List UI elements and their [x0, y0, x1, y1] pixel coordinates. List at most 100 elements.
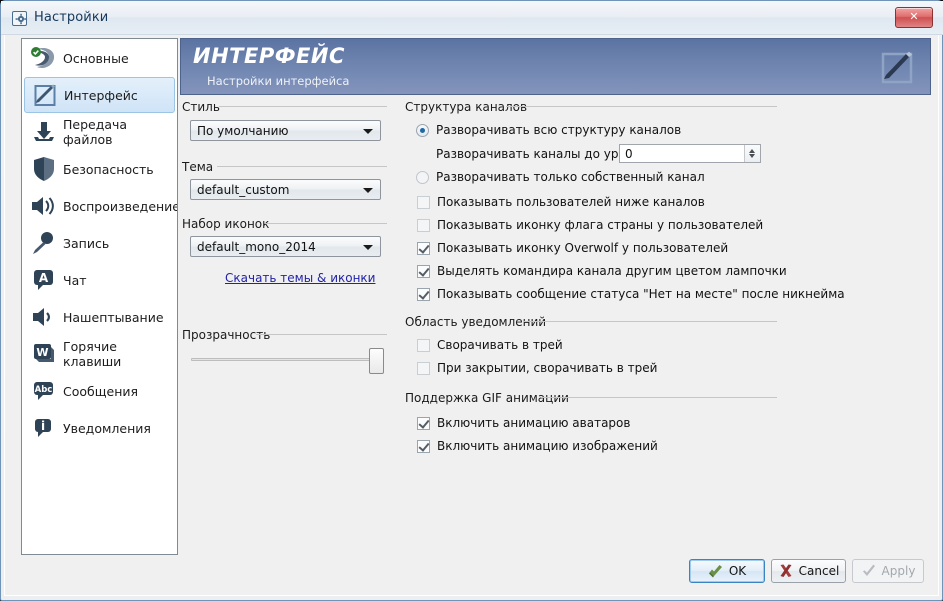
- group-rule-transparency: [256, 334, 387, 335]
- checkbox-minimize-to-tray-row[interactable]: Сворачивать в трей: [417, 338, 563, 352]
- sidebar-item-file-transfer[interactable]: Передача файлов: [24, 114, 175, 150]
- group-rule-tray: [523, 321, 777, 322]
- sidebar-item-general[interactable]: Основные: [24, 40, 175, 76]
- ok-button-label: OK: [728, 564, 747, 578]
- checkbox-channel-commander-color[interactable]: [417, 264, 430, 278]
- sidebar-item-playback[interactable]: Воспроизведение: [24, 188, 178, 224]
- checkbox-away-message[interactable]: [417, 287, 430, 301]
- group-rule-gif: [541, 397, 777, 398]
- transparency-slider-track[interactable]: [191, 358, 381, 361]
- close-icon: ✕: [909, 10, 919, 23]
- checkbox-label: Сворачивать в трей: [437, 338, 563, 352]
- checkbox-animate-images-row[interactable]: Включить анимацию изображений: [417, 439, 658, 453]
- pencil-edit-icon: [878, 48, 918, 88]
- sidebar-item-messages[interactable]: Abc Сообщения: [24, 373, 175, 409]
- checkbox-label: Показывать пользователей ниже каналов: [437, 195, 705, 209]
- group-rule-style: [219, 106, 387, 107]
- checkbox-overwolf-icon[interactable]: [417, 241, 430, 255]
- download-themes-link[interactable]: Скачать темы & иконки: [225, 271, 375, 285]
- page-title: ИНТЕРФЕЙС: [193, 44, 345, 68]
- theme-combobox-value: default_custom: [197, 183, 290, 197]
- sidebar-item-whisper[interactable]: Нашептывание: [24, 299, 175, 335]
- checkbox-label: При закрытии, сворачивать в трей: [437, 361, 658, 375]
- checkbox-close-to-tray[interactable]: [417, 361, 430, 375]
- svg-text:Abc: Abc: [34, 385, 52, 395]
- sidebar-item-capture[interactable]: Запись: [24, 225, 175, 261]
- red-x-icon: [778, 563, 794, 579]
- checkbox-away-message-row[interactable]: Показывать сообщение статуса "Нет на мес…: [417, 287, 845, 301]
- checkbox-users-below-channels[interactable]: [417, 195, 430, 209]
- chevron-down-icon[interactable]: [749, 154, 755, 158]
- gray-check-icon: [861, 563, 877, 579]
- checkbox-channel-commander-color-row[interactable]: Выделять командира канала другим цветом …: [417, 264, 787, 278]
- group-label-transparency: Прозрачность: [182, 328, 271, 342]
- chevron-down-icon: [363, 129, 373, 134]
- expand-depth-value: 0: [625, 147, 633, 161]
- checkbox-users-below-channels-row[interactable]: Показывать пользователей ниже каналов: [417, 195, 705, 209]
- checkbox-country-flag-row[interactable]: Показывать иконку флага страны у пользов…: [417, 218, 763, 232]
- expand-depth-stepper[interactable]: [744, 145, 760, 162]
- group-rule-channel-structure: [506, 106, 777, 107]
- checkbox-animate-avatars-row[interactable]: Включить анимацию аватаров: [417, 416, 630, 430]
- close-button[interactable]: ✕: [895, 7, 933, 28]
- sidebar-item-label: Воспроизведение: [63, 198, 178, 214]
- iconset-combobox-value: default_mono_2014: [197, 240, 316, 254]
- sidebar-item-label: Интерфейс: [64, 87, 138, 103]
- checkbox-overwolf-icon-row[interactable]: Показывать иконку Overwolf у пользовател…: [417, 241, 728, 255]
- abc-bubble-icon: Abc: [28, 376, 60, 406]
- settings-window: Настройки ✕ Основные Интерфейс Передача …: [0, 0, 943, 601]
- checkbox-animate-avatars[interactable]: [417, 416, 430, 430]
- group-label-iconset: Набор иконок: [182, 217, 270, 231]
- window-title: Настройки: [34, 10, 109, 25]
- sidebar-item-label: Горячие клавиши: [63, 339, 122, 369]
- settings-sidebar[interactable]: Основные Интерфейс Передача файлов Безоп…: [21, 38, 178, 555]
- keyboard-w-key-icon: W: [28, 339, 60, 369]
- checkbox-label: Показывать сообщение статуса "Нет на мес…: [437, 287, 845, 301]
- group-label-tray: Область уведомлений: [405, 315, 547, 329]
- sidebar-item-label: Безопасность: [63, 161, 154, 177]
- ok-button[interactable]: OK: [689, 559, 765, 583]
- pencil-edit-icon: [29, 80, 61, 110]
- sidebar-item-interface[interactable]: Интерфейс: [24, 77, 175, 113]
- group-rule-iconset: [265, 223, 387, 224]
- chevron-down-icon: [363, 245, 373, 250]
- whisper-speaker-icon: [28, 302, 60, 332]
- svg-text:W: W: [36, 346, 48, 359]
- speaker-icon: [28, 191, 60, 221]
- page-subtitle: Настройки интерфейса: [207, 74, 350, 88]
- sidebar-item-label: Чат: [63, 272, 87, 288]
- chevron-down-icon: [363, 188, 373, 193]
- group-rule-theme: [217, 166, 387, 167]
- checkbox-label: Выделять командира канала другим цветом …: [437, 264, 787, 278]
- checkbox-close-to-tray-row[interactable]: При закрытии, сворачивать в трей: [417, 361, 657, 375]
- radio-expand-own-row[interactable]: Разворачивать только собственный канал: [416, 170, 705, 184]
- style-combobox[interactable]: По умолчанию: [190, 120, 381, 141]
- transparency-slider-handle[interactable]: [369, 348, 384, 374]
- radio-expand-own[interactable]: [416, 170, 429, 184]
- sidebar-item-label: Основные: [63, 50, 129, 66]
- sidebar-item-chat[interactable]: A Чат: [24, 262, 175, 298]
- checkbox-label: Показывать иконку Overwolf у пользовател…: [437, 241, 729, 255]
- sidebar-item-hotkeys[interactable]: W Горячие клавиши: [24, 336, 175, 372]
- style-combobox-value: По умолчанию: [197, 124, 289, 138]
- radio-expand-all-row[interactable]: Разворачивать всю структуру каналов: [416, 123, 681, 137]
- radio-expand-all[interactable]: [416, 123, 429, 137]
- teamspeak-logo-icon: [28, 43, 60, 73]
- chevron-up-icon[interactable]: [749, 149, 755, 153]
- group-label-theme: Тема: [182, 160, 214, 174]
- theme-combobox[interactable]: default_custom: [190, 179, 381, 200]
- sidebar-item-security[interactable]: Безопасность: [24, 151, 175, 187]
- iconset-combobox[interactable]: default_mono_2014: [190, 236, 381, 257]
- checkbox-animate-images[interactable]: [417, 439, 430, 453]
- shield-icon: [28, 154, 60, 184]
- checkbox-country-flag[interactable]: [417, 218, 430, 232]
- cancel-button-label: Cancel: [798, 564, 840, 578]
- cancel-button[interactable]: Cancel: [771, 559, 846, 583]
- sidebar-item-notifications[interactable]: i Уведомления: [24, 410, 175, 446]
- svg-text:A: A: [38, 271, 48, 285]
- radio-expand-own-label: Разворачивать только собственный канал: [436, 170, 705, 184]
- checkbox-minimize-to-tray[interactable]: [417, 338, 430, 352]
- sidebar-item-label: Сообщения: [63, 383, 139, 399]
- expand-depth-spinbox[interactable]: 0: [619, 144, 761, 163]
- group-label-style: Стиль: [182, 100, 220, 114]
